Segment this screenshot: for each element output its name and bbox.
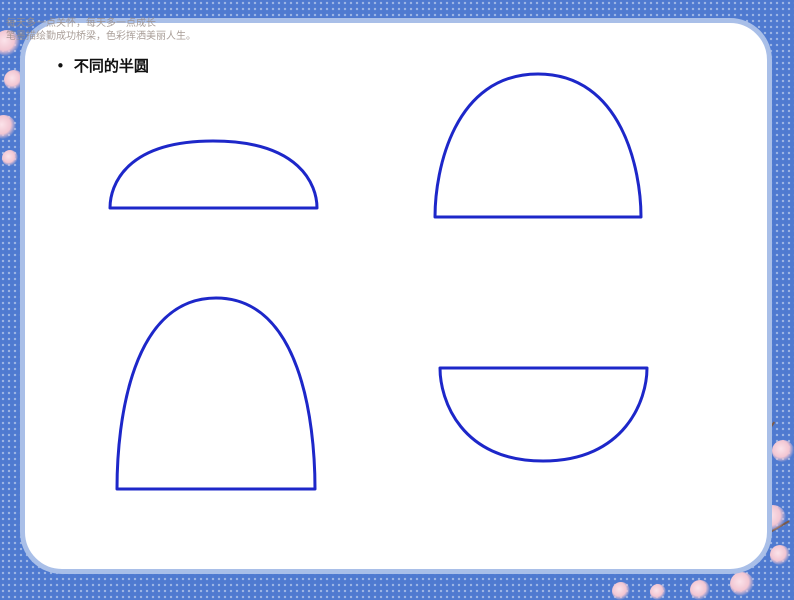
semicircle-tall-right (433, 72, 643, 219)
semicircle-shapes (108, 72, 649, 491)
semicircle-tall-left (115, 296, 317, 491)
semicircle-downward (438, 366, 649, 463)
semicircle-flat (108, 139, 319, 210)
